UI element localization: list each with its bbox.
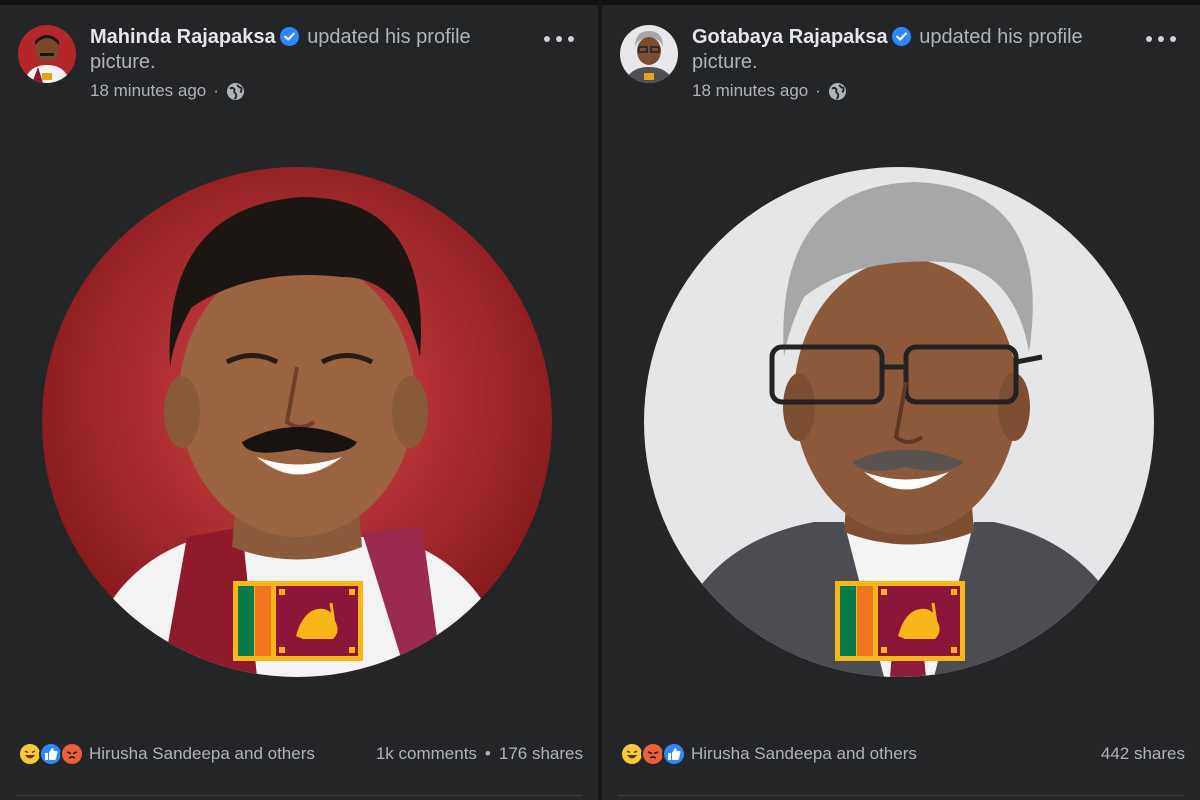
post-mahinda: Mahinda Rajapaksa updated his profile pi… — [0, 5, 598, 800]
post-footer: Hirusha Sandeepa and others 442 shares — [620, 739, 1185, 769]
reactors-text[interactable]: Hirusha Sandeepa and others — [691, 744, 1101, 764]
post-stats: 442 shares — [1101, 744, 1185, 764]
meta-separator: · — [815, 81, 821, 100]
comments-count[interactable]: 1k comments — [376, 744, 477, 764]
verified-icon — [891, 27, 911, 46]
angry-reaction-icon — [60, 742, 84, 766]
meta-separator: · — [213, 81, 219, 100]
globe-icon[interactable] — [226, 82, 245, 101]
post-gotabaya: Gotabaya Rajapaksa updated his profile p… — [602, 5, 1200, 800]
post-headline: Gotabaya Rajapaksa updated his profile p… — [692, 25, 1092, 75]
post-meta: 18 minutes ago · — [692, 81, 847, 101]
post-stats: 1k comments • 176 shares — [376, 744, 583, 764]
sri-lanka-flag-icon — [233, 581, 363, 661]
post-meta: 18 minutes ago · — [90, 81, 245, 101]
reactors-text[interactable]: Hirusha Sandeepa and others — [89, 744, 376, 764]
timestamp[interactable]: 18 minutes ago — [90, 81, 206, 101]
author-avatar[interactable] — [18, 25, 76, 83]
sri-lanka-flag-icon — [835, 581, 965, 661]
reaction-icons[interactable] — [620, 742, 686, 766]
post-headline: Mahinda Rajapaksa updated his profile pi… — [90, 25, 490, 75]
timestamp[interactable]: 18 minutes ago — [692, 81, 808, 101]
verified-icon — [279, 27, 299, 46]
shares-count[interactable]: 442 shares — [1101, 744, 1185, 764]
post-footer: Hirusha Sandeepa and others 1k comments … — [18, 739, 583, 769]
shares-count[interactable]: 176 shares — [499, 744, 583, 764]
globe-icon[interactable] — [828, 82, 847, 101]
stats-separator: • — [484, 744, 491, 763]
author-name[interactable]: Gotabaya Rajapaksa — [692, 26, 888, 48]
author-avatar[interactable] — [620, 25, 678, 83]
footer-divider — [16, 795, 582, 796]
more-options-button[interactable] — [544, 29, 574, 49]
footer-divider — [618, 795, 1184, 796]
like-reaction-icon — [662, 742, 686, 766]
more-options-button[interactable] — [1146, 29, 1176, 49]
author-name[interactable]: Mahinda Rajapaksa — [90, 26, 276, 48]
reaction-icons[interactable] — [18, 742, 84, 766]
